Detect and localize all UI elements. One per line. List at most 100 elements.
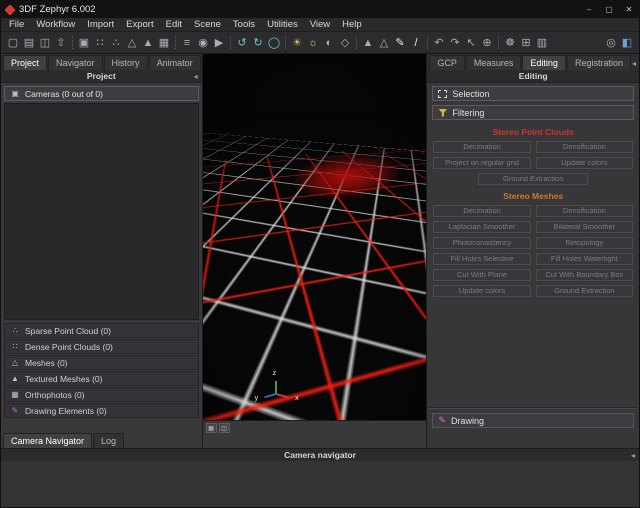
menu-help[interactable]: Help	[336, 19, 368, 30]
textured-meshes-item[interactable]: ▲ Textured Meshes (0)	[4, 371, 199, 386]
drawing-elements-item[interactable]: ✎ Drawing Elements (0)	[4, 403, 199, 418]
tab-registration[interactable]: Registration	[567, 55, 631, 70]
open-project-icon[interactable]: ▤	[21, 34, 37, 52]
sparse-point-cloud-item[interactable]: ∴ Sparse Point Cloud (0)	[4, 323, 199, 338]
sm-bilateral-smoother-button[interactable]: Bilateral Smoother	[536, 221, 633, 233]
sm-cut-with-plane-button[interactable]: Cut With Plane	[433, 269, 530, 281]
rotate-right-icon[interactable]: ↻	[250, 34, 266, 52]
maximize-button[interactable]: ▢	[599, 1, 619, 18]
sm-fill-holes-watertight-button[interactable]: Fill Holes Watertight	[536, 253, 633, 265]
menu-edit[interactable]: Edit	[160, 19, 188, 30]
sparse-cloud-item-label: Sparse Point Cloud (0)	[25, 326, 111, 336]
menu-scene[interactable]: Scene	[188, 19, 227, 30]
close-button[interactable]: ✕	[619, 1, 639, 18]
collapse-right-panel-icon[interactable]: ◂	[632, 59, 636, 70]
drawing-button[interactable]: ✎ Drawing	[432, 413, 634, 428]
spc-decimation-button[interactable]: Decimation	[433, 141, 530, 153]
camera-navigator-title: Camera navigator	[284, 450, 356, 460]
record-video-icon[interactable]: ▶	[211, 34, 227, 52]
filtering-button[interactable]: Filtering	[432, 105, 634, 120]
reset-view-icon[interactable]: ◯	[266, 34, 282, 52]
meshes-item[interactable]: △ Meshes (0)	[4, 355, 199, 370]
new-project-icon[interactable]: ▢	[5, 34, 21, 52]
tab-editing[interactable]: Editing	[522, 55, 566, 70]
viewport-view-toggle-button[interactable]: ◫	[219, 423, 230, 433]
laser-scan-icon[interactable]: ≡	[179, 34, 195, 52]
sm-densification-button[interactable]: Densification	[536, 205, 633, 217]
minimize-button[interactable]: –	[579, 1, 599, 18]
save-project-icon[interactable]: ◫	[37, 34, 53, 52]
view-cube-icon[interactable]: ◧	[619, 34, 635, 52]
menu-tools[interactable]: Tools	[227, 19, 261, 30]
settings-gear-icon[interactable]: ☸	[502, 34, 518, 52]
sm-decimation-button[interactable]: Decimation	[433, 205, 530, 217]
rotate-left-icon[interactable]: ↺	[234, 34, 250, 52]
mesh-extraction-icon[interactable]: △	[124, 34, 140, 52]
project-panel: Project Navigator History Animator Proje…	[1, 54, 203, 448]
right-panel-divider	[429, 407, 637, 409]
solid-mesh-icon[interactable]: ▲	[360, 34, 376, 52]
tab-navigator[interactable]: Navigator	[48, 55, 103, 70]
sm-laplacian-smoother-button[interactable]: Laplacian Smoother	[433, 221, 530, 233]
tab-measures[interactable]: Measures	[466, 55, 522, 70]
selection-icon	[438, 90, 447, 98]
dense-cloud-icon[interactable]: ∴	[108, 34, 124, 52]
camera-navigator-content[interactable]	[1, 461, 639, 507]
line-tool-icon[interactable]: /	[408, 34, 424, 52]
drawing-pencil-icon: ✎	[438, 415, 446, 426]
menu-file[interactable]: File	[3, 19, 30, 30]
menu-export[interactable]: Export	[120, 19, 159, 30]
sm-photoconsistency-button[interactable]: Photoconsistency	[433, 237, 530, 249]
tab-project[interactable]: Project	[3, 55, 47, 70]
take-photo-icon[interactable]: ◉	[195, 34, 211, 52]
stereo-meshes-buttons: Decimation Densification Laplacian Smoot…	[433, 205, 633, 297]
select-cursor-icon[interactable]: ↖	[463, 34, 479, 52]
menu-workflow[interactable]: Workflow	[30, 19, 81, 30]
dense-point-clouds-item[interactable]: ∷ Dense Point Clouds (0)	[4, 339, 199, 354]
sm-cut-with-boundary-box-button[interactable]: Cut With Boundary Box	[536, 269, 633, 281]
undo-icon[interactable]: ↶	[431, 34, 447, 52]
sm-fill-holes-selective-button[interactable]: Fill Holes Selective	[433, 253, 530, 265]
pencil-icon[interactable]: ✎	[392, 34, 408, 52]
tab-camera-navigator[interactable]: Camera Navigator	[3, 433, 92, 448]
mesh-edges-icon[interactable]: △	[376, 34, 392, 52]
menu-utilities[interactable]: Utilities	[261, 19, 304, 30]
sm-ground-extraction-button[interactable]: Ground Extraction	[536, 285, 633, 297]
gcp-target-icon[interactable]: ◎	[603, 34, 619, 52]
cameras-group-row[interactable]: ▣ Cameras (0 out of 0)	[4, 86, 199, 101]
menu-import[interactable]: Import	[81, 19, 120, 30]
grid-view-icon[interactable]: ⊞	[518, 34, 534, 52]
menu-view[interactable]: View	[304, 19, 336, 30]
tab-log[interactable]: Log	[93, 433, 124, 448]
spc-densification-button[interactable]: Densification	[536, 141, 633, 153]
tab-animator[interactable]: Animator	[149, 55, 201, 70]
shading-icon[interactable]: ◐	[321, 34, 337, 52]
textured-mesh-icon[interactable]: ▲	[140, 34, 156, 52]
orthophotos-item[interactable]: ▦ Orthophotos (0)	[4, 387, 199, 402]
sun-light-icon[interactable]: ☀	[289, 34, 305, 52]
sparse-cloud-icon[interactable]: ∷	[92, 34, 108, 52]
redo-icon[interactable]: ↷	[447, 34, 463, 52]
tab-history[interactable]: History	[104, 55, 148, 70]
camera-orientation-icon[interactable]: ▣	[76, 34, 92, 52]
selection-button[interactable]: Selection	[432, 86, 634, 101]
viewport-grid-toggle-button[interactable]: ▦	[206, 423, 217, 433]
sm-update-colors-button[interactable]: Update colors	[433, 285, 530, 297]
collapse-left-panel-icon[interactable]: ◂	[194, 72, 198, 81]
export-icon[interactable]: ⇧	[53, 34, 69, 52]
x-axis-line	[275, 393, 288, 399]
project-tree-area[interactable]	[4, 103, 199, 320]
orthophoto-icon[interactable]: ▦	[156, 34, 172, 52]
tab-gcp[interactable]: GCP	[429, 55, 465, 70]
ambient-light-icon[interactable]: ☼	[305, 34, 321, 52]
wireframe-icon[interactable]: ◇	[337, 34, 353, 52]
spc-project-on-grid-button[interactable]: Project on regular grid	[433, 157, 530, 169]
layout-panels-icon[interactable]: ▥	[534, 34, 550, 52]
transform-gizmo-icon[interactable]: ⊕	[479, 34, 495, 52]
3d-viewport[interactable]: z x y	[203, 54, 427, 420]
project-panel-header: Project ◂	[1, 70, 202, 83]
collapse-bottom-panel-icon[interactable]: ◂	[631, 451, 635, 460]
spc-ground-extraction-button[interactable]: Ground Extraction	[478, 173, 588, 185]
sm-retopology-button[interactable]: Retopology	[536, 237, 633, 249]
spc-update-colors-button[interactable]: Update colors	[536, 157, 633, 169]
